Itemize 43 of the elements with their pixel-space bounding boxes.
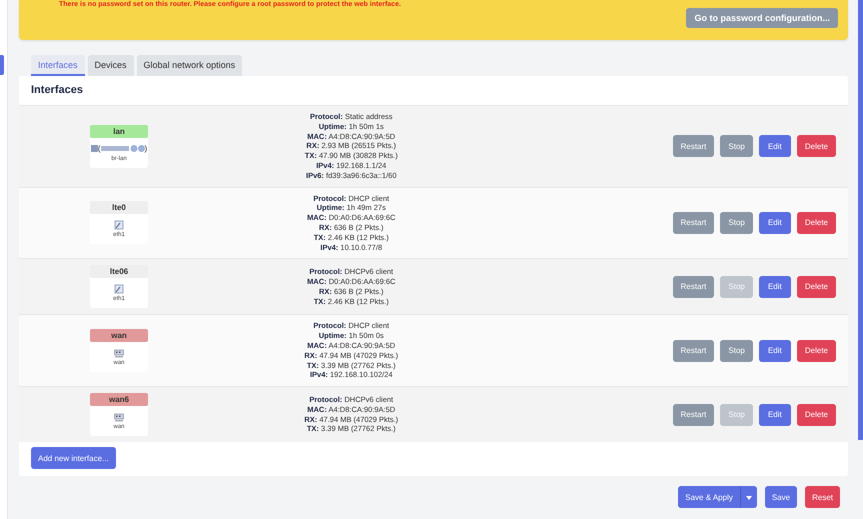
danger-action-button[interactable]: Delete	[796, 340, 836, 362]
dropdown-toggle[interactable]	[740, 486, 757, 508]
danger-action-button[interactable]: Delete	[796, 404, 836, 426]
primary-action-button[interactable]: Edit	[758, 340, 791, 362]
ethernet-port-icon	[114, 220, 124, 230]
neutral-action-button[interactable]: Stop	[720, 135, 753, 158]
tab[interactable]: Devices	[88, 55, 134, 76]
primary-action-button[interactable]: Edit	[758, 404, 791, 426]
interface-name-badge: wan	[90, 329, 148, 342]
active-menu-indicator	[0, 55, 4, 75]
neutral-action-button[interactable]: Restart	[672, 212, 714, 234]
interface-name-badge: wan6	[90, 393, 148, 406]
danger-action-button[interactable]: Delete	[796, 276, 836, 298]
bracket-text: (	[98, 144, 100, 154]
add-interface-button[interactable]: Add new interface...	[31, 447, 116, 470]
primary-action-button[interactable]: Edit	[758, 212, 791, 234]
neutral-action-button[interactable]: Restart	[672, 135, 714, 158]
tab[interactable]: Global network options	[136, 55, 242, 76]
interface-name-badge: lte0	[90, 201, 148, 214]
save-apply-button[interactable]: Save & Apply	[678, 486, 740, 508]
bridge-icon	[90, 145, 98, 152]
neutral-action-button[interactable]: Stop	[720, 212, 753, 234]
neutral-action-button[interactable]: Stop	[720, 340, 753, 362]
primary-action-button[interactable]: Edit	[758, 135, 791, 158]
password-config-button[interactable]: Go to password configuration...	[686, 8, 838, 28]
danger-action-button[interactable]: Delete	[796, 135, 836, 158]
save-button[interactable]: Save	[764, 486, 798, 508]
bracket-text: )	[144, 144, 148, 154]
interface-name-badge: lte06	[90, 265, 148, 278]
network-switch-icon	[114, 348, 124, 358]
bridge-ports-icon	[100, 145, 144, 152]
network-switch-icon	[114, 412, 124, 422]
neutral-action-button[interactable]: Restart	[672, 404, 714, 426]
caret-icon	[746, 496, 752, 500]
danger-action-button[interactable]: Delete	[796, 212, 836, 234]
tab[interactable]: Interfaces	[31, 55, 85, 76]
reset-button[interactable]: Reset	[805, 486, 840, 508]
panel-title: Interfaces	[30, 83, 84, 98]
interface-name-badge: lan	[90, 124, 148, 138]
primary-action-button[interactable]: Edit	[758, 276, 791, 298]
ethernet-port-icon	[114, 284, 124, 294]
neutral-action-button[interactable]: Restart	[672, 340, 714, 362]
neutral-action-button[interactable]: Restart	[672, 276, 714, 298]
